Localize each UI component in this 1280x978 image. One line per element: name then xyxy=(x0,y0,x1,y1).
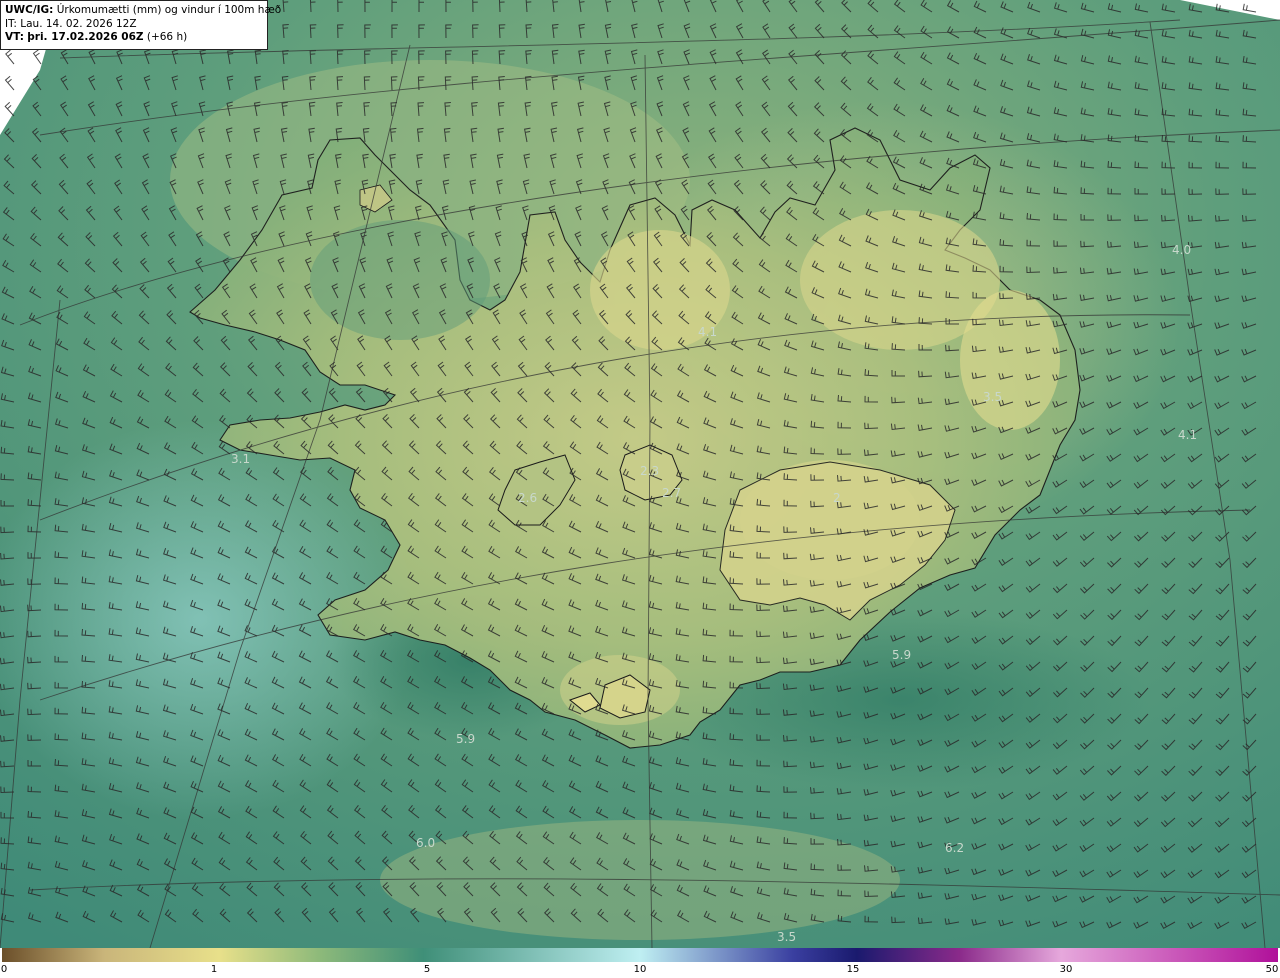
init-prefix: IT: xyxy=(5,17,17,30)
colorbar-tick: 10 xyxy=(633,964,647,975)
colorbar-tick: 30 xyxy=(1059,964,1073,975)
colorbar-tick: 0 xyxy=(0,964,8,975)
field-label: 4.1 xyxy=(698,325,717,339)
colorbar-gradient xyxy=(2,948,1278,962)
lead-time: (+66 h) xyxy=(146,31,188,43)
init-time-row: IT: Lau. 14. 02. 2026 12Z xyxy=(5,18,263,32)
map-title: Úrkomumætti (mm) og vindur í 100m hæð xyxy=(56,4,282,16)
model-label: UWC/IG: xyxy=(5,4,54,16)
field-label: 3.5 xyxy=(777,930,796,944)
colorbar-tick: 5 xyxy=(423,964,431,975)
field-label: 2.7 xyxy=(662,486,681,500)
forecast-info-box: UWC/IG: Úrkomumætti (mm) og vindur í 100… xyxy=(0,0,281,50)
field-label: 3.1 xyxy=(231,452,250,466)
init-time: Lau. 14. 02. 2026 12Z xyxy=(20,17,137,30)
field-label: 2 xyxy=(833,491,841,505)
field-label: 6.2 xyxy=(945,841,964,855)
field-label: 5.9 xyxy=(456,732,475,746)
valid-time-row: VT: þri. 17.02.2026 06Z (+66 h) xyxy=(5,31,263,45)
field-label: 2.6 xyxy=(518,491,537,505)
valid-time: þri. 17.02.2026 06Z xyxy=(27,31,144,43)
precipitation-map[interactable]: 4.0 4.1 3.5 4.1 3.1 2.6 2.3 2.7 2 5.9 5.… xyxy=(0,0,1280,948)
field-label: 6.0 xyxy=(416,836,435,850)
colorbar: 0 1 5 10 15 30 50 xyxy=(0,948,1280,978)
title-row: UWC/IG: Úrkomumætti (mm) og vindur í 100… xyxy=(5,4,281,18)
colorbar-tick: 50 xyxy=(1265,964,1279,975)
field-label: 4.1 xyxy=(1178,428,1197,442)
field-label: 5.9 xyxy=(892,648,911,662)
field-label: 3.5 xyxy=(983,390,1002,404)
colorbar-tick: 15 xyxy=(846,964,860,975)
colorbar-tick: 1 xyxy=(210,964,218,975)
field-label: 4.0 xyxy=(1172,243,1191,257)
field-label: 2.3 xyxy=(640,464,659,478)
valid-prefix: VT: xyxy=(5,31,24,43)
